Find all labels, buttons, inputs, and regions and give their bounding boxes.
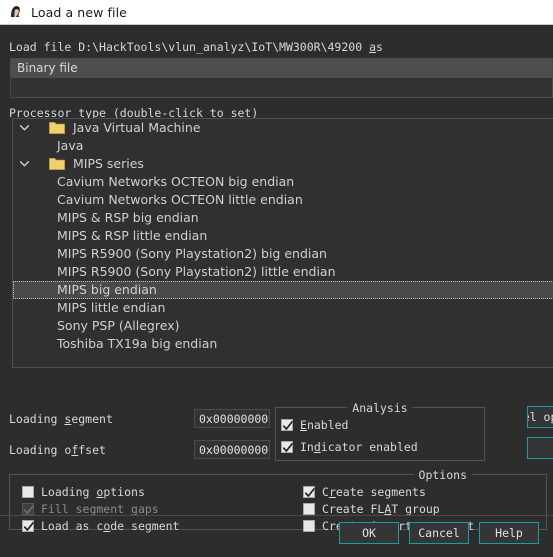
processor-type-tree[interactable]: Java Virtual Machine Java MIPS series Caviu… xyxy=(12,118,553,368)
tree-folder-row[interactable]: MIPS series xyxy=(13,155,553,173)
loading-options-checkbox-row[interactable]: Loading options xyxy=(22,485,145,499)
fill-segment-gaps-checkbox[interactable] xyxy=(22,503,34,515)
filetype-item-empty[interactable] xyxy=(11,78,552,97)
loading-offset-input[interactable]: 0x00000000 xyxy=(194,440,270,459)
chevron-down-icon[interactable] xyxy=(15,125,33,131)
loading-options-checkbox[interactable] xyxy=(22,486,34,498)
checkmark-icon xyxy=(304,488,315,497)
tree-item-row[interactable]: Cavium Networks OCTEON little endian xyxy=(13,191,553,209)
cancel-button[interactable]: Cancel xyxy=(409,522,469,544)
chevron-down-icon[interactable] xyxy=(15,161,33,167)
loading-offset-label: Loading offset xyxy=(9,443,106,457)
tree-item-row[interactable]: Toshiba TX19a big endian xyxy=(13,335,553,353)
analysis-group-title: Analysis xyxy=(347,401,413,415)
tree-item-row[interactable]: MIPS little endian xyxy=(13,299,553,317)
checkmark-icon xyxy=(282,421,293,430)
kernel-options1-button[interactable]: Kernel options1 xyxy=(527,406,553,428)
tree-item-label: MIPS little endian xyxy=(57,300,166,315)
analysis-indicator-label: Indicator enabled xyxy=(300,440,418,454)
tree-item-label: MIPS R5900 (Sony Playstation2) little en… xyxy=(57,264,336,279)
tree-item-row[interactable]: MIPS R5900 (Sony Playstation2) little en… xyxy=(13,263,553,281)
tree-item-label: Toshiba TX19a big endian xyxy=(57,336,218,351)
create-segments-checkbox[interactable] xyxy=(303,486,315,498)
tree-item-label: Java xyxy=(57,138,84,153)
loading-offset-label-post: fset xyxy=(78,443,106,457)
load-file-prefix: Load file xyxy=(9,40,79,54)
checkmark-icon xyxy=(282,443,293,452)
tree-item-label: MIPS series xyxy=(73,156,144,171)
load-as-code-segment-checkbox[interactable] xyxy=(22,520,34,532)
filetype-listbox[interactable]: Binary file xyxy=(10,58,553,98)
create-imports-segment-checkbox[interactable] xyxy=(303,520,315,532)
folder-icon xyxy=(49,158,65,170)
tree-item-label: Cavium Networks OCTEON little endian xyxy=(57,192,303,207)
fill-segment-gaps-label: Fill segment gaps xyxy=(41,502,159,516)
filetype-item-binary[interactable]: Binary file xyxy=(11,59,552,78)
tree-item-row[interactable]: MIPS & RSP big endian xyxy=(13,209,553,227)
tree-item-label: MIPS & RSP little endian xyxy=(57,228,208,243)
create-flat-group-checkbox-row[interactable]: Create FLAT group xyxy=(303,502,440,516)
load-file-accel: a xyxy=(369,40,376,54)
load-as-code-segment-label: Load as code segment xyxy=(41,519,180,533)
tree-item-row[interactable]: Java xyxy=(13,137,553,155)
tree-item-row[interactable]: Sony PSP (Allegrex) xyxy=(13,317,553,335)
load-file-path: D:\HackTools\vlun_analyz\IoT\MW300R\4920… xyxy=(78,40,363,54)
window-title: Load a new file xyxy=(31,4,127,20)
bottom-divider xyxy=(0,515,553,516)
loading-segment-label: Loading segment xyxy=(9,412,113,426)
tree-item-label: Java Virtual Machine xyxy=(73,120,201,135)
load-file-suffix: s xyxy=(376,40,383,54)
help-button[interactable]: Help xyxy=(479,522,539,544)
tree-item-label: Cavium Networks OCTEON big endian xyxy=(57,174,295,189)
create-segments-label: Create segments xyxy=(322,485,426,499)
tree-item-row[interactable]: MIPS & RSP little endian xyxy=(13,227,553,245)
analysis-indicator-checkbox-row[interactable]: Indicator enabled xyxy=(281,440,418,454)
tree-item-row[interactable]: MIPS big endian xyxy=(13,281,553,299)
window-titlebar: Load a new file xyxy=(0,0,553,25)
analysis-indicator-checkbox[interactable] xyxy=(281,441,293,453)
loading-segment-label-pre: Loading xyxy=(9,412,65,426)
loading-segment-label-post: egment xyxy=(71,412,113,426)
load-as-code-segment-checkbox-row[interactable]: Load as code segment xyxy=(22,519,180,533)
create-flat-group-checkbox[interactable] xyxy=(303,503,315,515)
checkmark-icon xyxy=(23,522,34,531)
ida-lady-icon xyxy=(11,6,20,17)
load-file-path-line: Load file D:\HackTools\vlun_analyz\IoT\M… xyxy=(9,40,383,54)
loading-options-label: Loading options xyxy=(41,485,145,499)
loading-offset-label-pre: Loading o xyxy=(9,443,72,457)
tree-item-row[interactable]: MIPS R5900 (Sony Playstation2) big endia… xyxy=(13,245,553,263)
create-segments-checkbox-row[interactable]: Create segments xyxy=(303,485,426,499)
analysis-enabled-checkbox[interactable] xyxy=(281,419,293,431)
fill-segment-gaps-checkbox-row[interactable]: Fill segment gaps xyxy=(22,502,159,516)
folder-icon xyxy=(49,122,65,134)
load-new-file-dialog: Load file D:\HackTools\vlun_analyz\IoT\M… xyxy=(0,26,553,557)
kernel-options2-button[interactable] xyxy=(527,437,553,459)
tree-item-label: MIPS R5900 (Sony Playstation2) big endia… xyxy=(57,246,327,261)
analysis-enabled-label: Enabled xyxy=(300,418,349,432)
tree-folder-row[interactable]: Java Virtual Machine xyxy=(13,119,553,137)
ok-button[interactable]: OK xyxy=(339,522,399,544)
loading-segment-input[interactable]: 0x00000000 xyxy=(194,409,270,428)
create-flat-group-label: Create FLAT group xyxy=(322,502,440,516)
analysis-enabled-checkbox-row[interactable]: Enabled xyxy=(281,418,348,432)
tree-item-row[interactable]: Cavium Networks OCTEON big endian xyxy=(13,173,553,191)
options-group-title: Options xyxy=(413,468,472,482)
tree-item-label: Sony PSP (Allegrex) xyxy=(57,318,180,333)
tree-item-label: MIPS & RSP big endian xyxy=(57,210,199,225)
tree-item-label: MIPS big endian xyxy=(57,282,157,297)
